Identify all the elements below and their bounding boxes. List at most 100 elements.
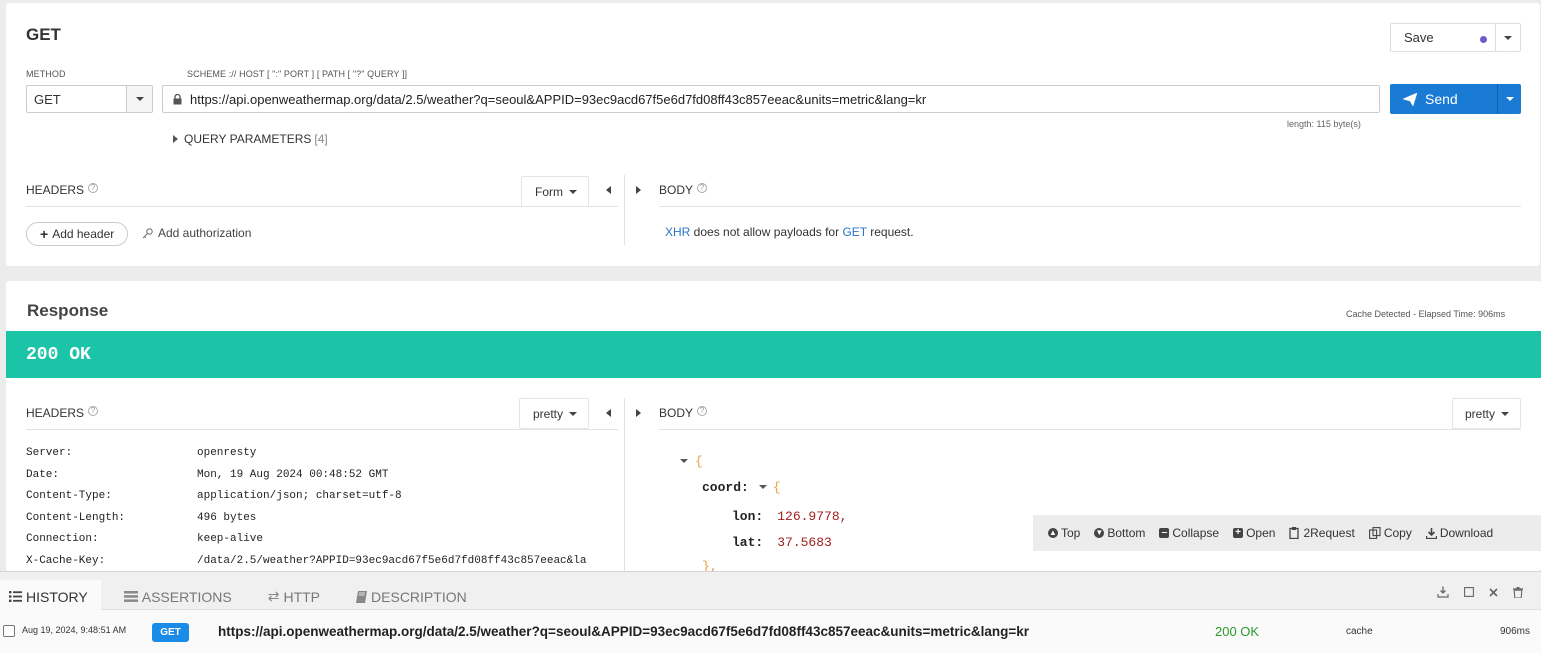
query-params-toggle[interactable]: QUERY PARAMETERS [4] <box>173 132 328 146</box>
open-button[interactable]: + Open <box>1233 526 1275 540</box>
response-headers-title: HEADERS? <box>26 406 99 420</box>
chevron-down-icon <box>1505 97 1514 101</box>
header-row: Content-Type: application/json; charset=u… <box>26 490 616 512</box>
download-icon[interactable] <box>1437 586 1449 598</box>
chevron-down-icon <box>1504 35 1512 40</box>
chevron-right-icon <box>173 135 178 143</box>
response-headers-list: Server: openresty Date: Mon, 19 Aug 2024 0… <box>26 447 616 571</box>
xhr-link[interactable]: XHR <box>665 225 690 239</box>
collapse-toggle-icon[interactable] <box>680 459 688 463</box>
method-label: METHOD <box>26 69 66 79</box>
method-select-arrow[interactable] <box>126 86 152 112</box>
add-authorization-link[interactable]: Add authorization <box>142 226 251 240</box>
chevron-down-icon <box>135 97 144 101</box>
method-select[interactable]: GET <box>26 85 153 113</box>
header-value: 496 bytes <box>197 511 257 524</box>
json-key: coord: <box>702 479 749 495</box>
header-value: application/json; charset=utf-8 <box>197 490 402 502</box>
tab-bar: HISTORY ASSERTIONS ⇄ HTTP DESCRIPTION <box>9 588 503 605</box>
response-title: Response <box>27 301 109 320</box>
tab-description[interactable]: DESCRIPTION <box>356 588 467 605</box>
collapse-right-icon[interactable] <box>636 186 641 194</box>
json-root: { <box>680 451 847 471</box>
url-label: SCHEME :// HOST [ ":" PORT ] [ PATH [ "?… <box>187 69 408 79</box>
collapse-left-icon[interactable] <box>606 409 611 417</box>
to-request-button[interactable]: 2Request <box>1289 526 1355 540</box>
trash-icon[interactable] <box>1513 586 1523 598</box>
header-key: Date: <box>26 468 60 481</box>
close-icon[interactable] <box>1489 587 1498 597</box>
panel-divider <box>624 175 625 245</box>
save-button[interactable]: Save <box>1390 23 1496 52</box>
add-header-button[interactable]: + Add header <box>26 222 128 246</box>
collapse-left-icon[interactable] <box>606 186 611 194</box>
request-body-label: BODY <box>659 183 694 197</box>
header-row: Server: openresty <box>26 447 616 469</box>
top-button[interactable]: ▲ Top <box>1048 526 1080 540</box>
maximize-icon[interactable] <box>1464 587 1474 597</box>
exchange-icon: ⇄ <box>267 588 280 604</box>
help-icon[interactable]: ? <box>88 406 99 416</box>
header-key: Content-Type: <box>26 490 112 502</box>
clipboard-icon <box>1289 527 1300 539</box>
tab-label: ASSERTIONS <box>141 588 232 605</box>
headers-format-toggle[interactable]: pretty <box>519 398 589 429</box>
response-body-title: BODY? <box>659 406 708 420</box>
paper-plane-icon <box>1403 92 1417 106</box>
json-brace: }, <box>702 558 718 572</box>
copy-button[interactable]: Copy <box>1368 526 1412 540</box>
history-method-badge: GET <box>152 623 189 642</box>
status-text: 200 OK <box>26 345 91 365</box>
plus-icon: + <box>40 226 49 242</box>
body-format-toggle[interactable]: pretty <box>1452 398 1521 429</box>
chevron-down-icon <box>569 189 577 194</box>
form-label: Form <box>535 184 563 199</box>
collapse-right-icon[interactable] <box>636 409 641 417</box>
save-dropdown-button[interactable] <box>1495 23 1521 52</box>
tab-http[interactable]: ⇄ HTTP <box>268 588 320 605</box>
help-icon[interactable]: ? <box>697 183 708 193</box>
collapse-button[interactable]: – Collapse <box>1159 526 1219 540</box>
response-body-label: BODY <box>659 406 694 420</box>
header-value: Mon, 19 Aug 2024 00:48:52 GMT <box>197 468 389 481</box>
header-row: Date: Mon, 19 Aug 2024 00:48:52 GMT <box>26 469 616 491</box>
divider <box>26 206 618 207</box>
header-row: X-Cache-Key: /data/2.5/weather?APPID=93ec… <box>26 555 616 572</box>
tab-history[interactable]: HISTORY <box>9 588 88 605</box>
send-dropdown-button[interactable] <box>1497 84 1521 114</box>
json-brace: { <box>695 453 703 469</box>
header-row: Content-Length: 496 bytes <box>26 512 616 534</box>
json-lat-row: lat: 37.5683 <box>680 529 847 555</box>
download-button[interactable]: Download <box>1425 526 1493 540</box>
header-key: Content-Length: <box>26 511 126 524</box>
history-row[interactable]: Aug 19, 2024, 9:48:51 AM GET https://api… <box>0 611 1541 653</box>
url-input[interactable]: https://api.openweathermap.org/data/2.5/… <box>162 85 1380 113</box>
history-url[interactable]: https://api.openweathermap.org/data/2.5/… <box>218 624 1029 639</box>
history-status: 200 OK <box>1215 624 1260 639</box>
help-icon[interactable]: ? <box>697 406 708 416</box>
unsaved-dot-icon <box>1480 36 1487 43</box>
plus-square-icon: + <box>1233 528 1244 538</box>
history-date: Aug 19, 2024, 9:48:51 AM <box>22 625 127 635</box>
help-icon[interactable]: ? <box>88 183 99 193</box>
headers-form-toggle[interactable]: Form <box>521 176 589 207</box>
history-time: 906ms <box>1500 626 1531 637</box>
save-label: Save <box>1404 30 1434 45</box>
bottom-button[interactable]: ▼ Bottom <box>1094 526 1145 540</box>
header-key: Server: <box>26 447 73 459</box>
arrow-down-circle-icon: ▼ <box>1094 528 1105 538</box>
collapse-toggle-icon[interactable] <box>758 485 767 489</box>
get-link[interactable]: GET <box>842 225 866 239</box>
header-key: X-Cache-Key: <box>26 554 106 567</box>
json-key: lon: <box>732 508 764 524</box>
request-body-title: BODY? <box>659 183 708 197</box>
headers-format-label: pretty <box>533 406 564 421</box>
json-close-row: }, <box>680 555 847 572</box>
tab-assertions[interactable]: ASSERTIONS <box>123 588 232 605</box>
download-icon <box>1425 527 1437 539</box>
send-button[interactable]: Send <box>1390 84 1497 114</box>
bottom-label: Bottom <box>1107 526 1146 540</box>
open-label: Open <box>1246 526 1276 540</box>
query-params-label: QUERY PARAMETERS <box>184 132 312 146</box>
history-row-checkbox[interactable] <box>3 625 15 637</box>
